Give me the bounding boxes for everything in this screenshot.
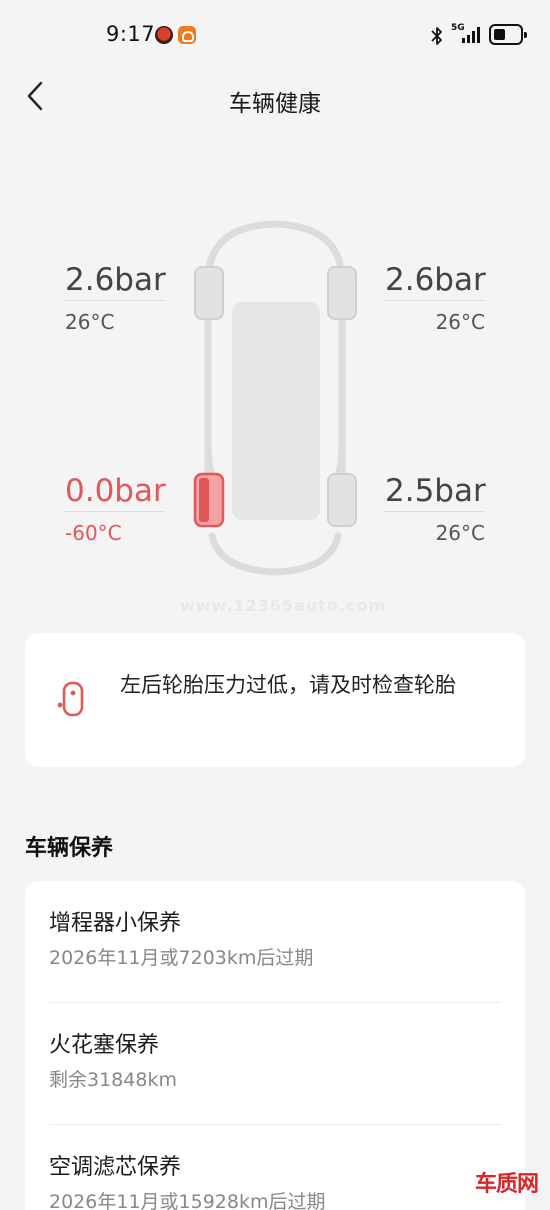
- tire-pressure-value: 2.5bar: [385, 473, 486, 509]
- alert-message: 左后轮胎压力过低，请及时检查轮胎: [120, 673, 456, 697]
- car-top-view-icon: [193, 220, 357, 576]
- rear-right-tire-readout: 2.5bar 26°C: [385, 473, 486, 546]
- tire-temperature-value: -60°C: [65, 521, 122, 545]
- page-title: 车辆健康: [229, 91, 321, 117]
- tire-pressure-value: 2.6bar: [65, 262, 166, 298]
- maintenance-item-name: 火花塞保养: [49, 1033, 160, 1058]
- divider: [49, 1124, 501, 1125]
- maintenance-item-name: 空调滤芯保养: [49, 1155, 182, 1180]
- front-right-tire-icon: [327, 266, 357, 320]
- tire-temperature-value: 26°C: [435, 310, 485, 334]
- front-right-tire-readout: 2.6bar 26°C: [385, 262, 486, 335]
- divider: [49, 1002, 501, 1003]
- status-time: 9:17: [106, 22, 156, 46]
- maintenance-item[interactable]: 空调滤芯保养 2026年11月或15928km后过期: [49, 1153, 501, 1210]
- bluetooth-icon: [431, 27, 442, 45]
- tire-temperature-value: 26°C: [435, 521, 485, 545]
- app-notification-icon: [155, 26, 173, 44]
- maintenance-item[interactable]: 增程器小保养 2026年11月或7203km后过期: [49, 909, 501, 971]
- status-bar: 9:17 5G: [0, 0, 550, 70]
- front-left-tire-icon: [194, 266, 224, 320]
- front-left-tire-readout: 2.6bar 26°C: [65, 262, 166, 335]
- maintenance-item[interactable]: 火花塞保养 剩余31848km: [49, 1031, 501, 1093]
- maintenance-card: 增程器小保养 2026年11月或7203km后过期 火花塞保养 剩余31848k…: [25, 881, 525, 1210]
- maintenance-item-name: 增程器小保养: [49, 911, 182, 936]
- tire-pressure-value: 0.0bar: [65, 473, 166, 509]
- maintenance-item-detail: 2026年11月或7203km后过期: [49, 947, 314, 969]
- tire-pressure-value: 2.6bar: [385, 262, 486, 298]
- tire-warning-icon: [57, 681, 84, 717]
- battery-icon: [489, 24, 527, 45]
- corner-watermark-logo: 车质网: [474, 1171, 539, 1197]
- watermark: www.12365auto.com: [180, 596, 387, 615]
- rear-right-tire-icon: [327, 473, 357, 527]
- maintenance-item-detail: 2026年11月或15928km后过期: [49, 1191, 326, 1210]
- maintenance-item-detail: 剩余31848km: [49, 1069, 177, 1091]
- home-app-notification-icon: [178, 26, 196, 44]
- header: 车辆健康: [0, 70, 550, 126]
- tire-temperature-value: 26°C: [65, 310, 115, 334]
- section-title-maintenance: 车辆保养: [25, 836, 114, 861]
- signal-strength-icon: [462, 27, 482, 43]
- rear-left-tire-readout: 0.0bar -60°C: [65, 473, 166, 546]
- tire-alert-card[interactable]: 左后轮胎压力过低，请及时检查轮胎: [25, 633, 525, 767]
- tire-pressure-panel: 2.6bar 26°C 2.6bar 26°C 0.0bar -60°C 2.5…: [0, 200, 550, 620]
